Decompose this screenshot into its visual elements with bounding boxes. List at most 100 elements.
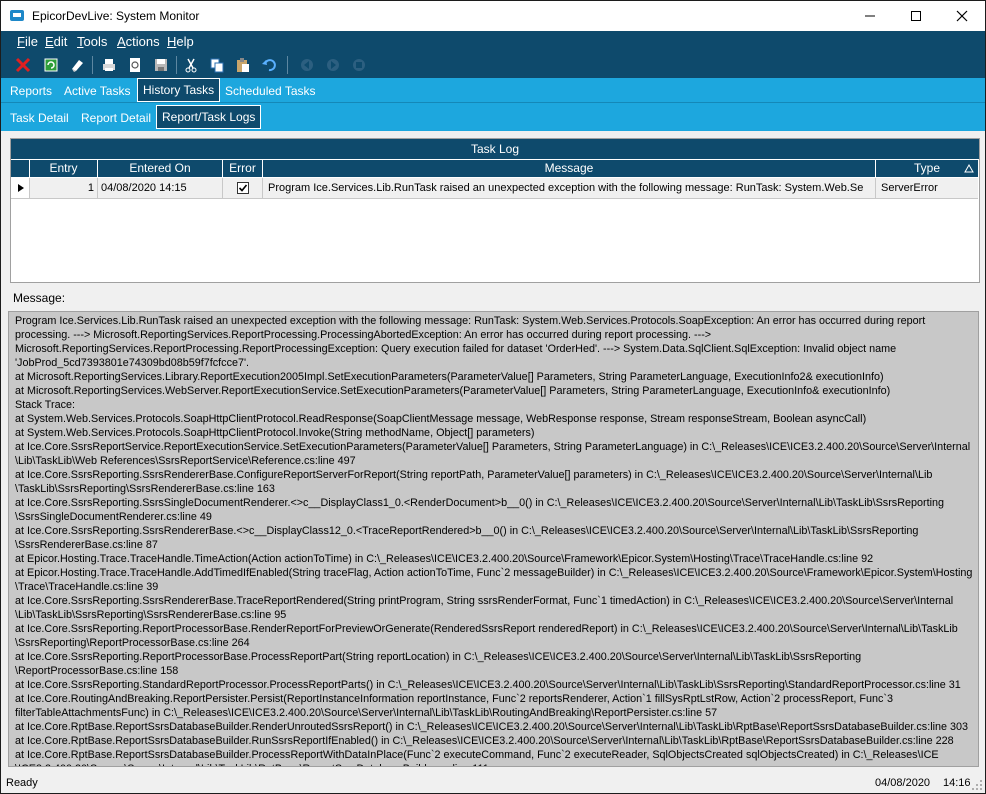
message-line: at Ice.Core.SsrsReporting.SsrsSingleDocu… [15,497,945,509]
copy-button[interactable] [207,55,227,75]
menu-file[interactable]: File [17,34,38,49]
message-line: processing. ---> Microsoft.ReportingServ… [15,329,712,341]
nav-forward-button[interactable] [323,55,343,75]
title-bar[interactable]: EpicorDevLive: System Monitor [1,1,985,31]
cell-entered-on[interactable]: 04/08/2020 14:15 [98,178,223,199]
message-line: Microsoft.ReportingServices.ReportProces… [15,343,897,355]
nav-stop-button[interactable] [349,55,369,75]
print-preview-icon [130,58,140,72]
cut-icon [185,58,197,73]
message-line: at Ice.Core.SsrsReporting.StandardReport… [15,679,961,691]
paste-icon [237,58,249,72]
message-line: at Ice.Core.RptBase.ReportSsrsDatabaseBu… [15,735,954,747]
undo-icon [262,59,276,72]
tab-active-tasks[interactable]: Active Tasks [64,84,130,98]
message-line: at Ice.Core.SsrsReporting.ReportProcesso… [15,623,958,635]
menu-help[interactable]: Help [167,34,194,49]
current-row-icon [18,184,24,192]
resize-grip-icon[interactable] [971,779,983,791]
clear-button[interactable] [67,55,87,75]
message-line: at Ice.Core.SsrsReporting.SsrsRendererBa… [15,469,933,481]
maximize-icon [911,11,921,21]
message-line: \TaskLib\SsrsReporting\SsrsRendererBase.… [15,483,275,495]
clear-icon [72,60,83,72]
refresh-icon [44,58,58,72]
copy-icon [210,58,224,73]
error-checkbox[interactable] [237,182,249,194]
menu-edit[interactable]: Edit [45,34,67,49]
message-textarea[interactable]: Program Ice.Services.Lib.RunTask raised … [8,311,979,767]
column-header-entered-on[interactable]: Entered On [98,160,223,177]
task-log-title: Task Log [11,139,979,159]
menu-tools[interactable]: Tools [77,34,107,49]
minimize-button[interactable] [847,1,893,31]
menu-actions[interactable]: Actions [117,34,160,49]
cell-message[interactable]: Program Ice.Services.Lib.RunTask raised … [263,178,876,199]
toolbar [1,51,985,78]
print-preview-button[interactable] [125,55,145,75]
tab-report-detail[interactable]: Report Detail [81,111,151,125]
nav-forward-icon [327,59,339,71]
cell-error[interactable] [223,178,263,199]
nav-stop-icon [353,59,365,71]
print-button[interactable] [99,55,119,75]
cell-type[interactable]: ServerError [876,178,978,199]
message-line: filterTableAttachmentsFunc) in C:\_Relea… [15,707,718,719]
nav-back-button[interactable] [297,55,317,75]
status-text: Ready [6,777,38,789]
message-line: \SsrsSingleDocumentRenderer.cs:line 49 [15,511,212,523]
maximize-button[interactable] [893,1,939,31]
message-line: Stack Trace: [15,399,76,411]
column-header-type[interactable]: Type [876,160,978,177]
save-icon [155,59,167,71]
message-line: at Ice.Core.RoutingAndBreaking.ReportPer… [15,693,893,705]
message-line: at Epicor.Hosting.Trace.TraceHandle.Time… [15,553,874,565]
message-line: \SsrsRendererBase.cs:line 87 [15,539,158,551]
message-line: at System.Web.Services.Protocols.SoapHtt… [15,427,535,439]
message-line: Program Ice.Services.Lib.RunTask raised … [15,315,926,327]
message-line: \Lib\TaskLib\SsrsReporting\SsrsRendererB… [15,609,287,621]
message-line: \Lib\TaskLib\Web References\SsrsReportSe… [15,455,356,467]
tab-task-detail[interactable]: Task Detail [10,111,69,125]
status-time: 14:16 [943,777,971,789]
column-header-message[interactable]: Message [263,160,876,177]
cut-button[interactable] [181,55,201,75]
cell-entry[interactable]: 1 [30,178,98,199]
row-selector[interactable] [11,178,30,199]
message-line: at Microsoft.ReportingServices.WebServer… [15,385,891,397]
app-window: EpicorDevLive: System Monitor File Edit … [0,0,986,794]
tab-report-task-logs[interactable]: Report/Task Logs [156,105,262,129]
message-line: at Epicor.Hosting.Trace.TraceHandle.AddT… [15,567,972,579]
nav-back-icon [301,59,313,71]
message-line: at Ice.Core.RptBase.ReportSsrsDatabaseBu… [15,749,939,761]
toolbar-separator [287,56,288,74]
message-line: at Ice.Core.SsrsReportService.ReportExec… [15,441,971,453]
undo-button[interactable] [259,55,279,75]
column-header-type-label: Type [913,161,940,175]
delete-button[interactable] [13,55,33,75]
paste-button[interactable] [233,55,253,75]
refresh-button[interactable] [41,55,61,75]
message-label: Message: [13,291,66,305]
column-header-error[interactable]: Error [223,160,263,177]
toolbar-separator [92,56,93,74]
save-button[interactable] [151,55,171,75]
message-line: at Ice.Core.RptBase.ReportSsrsDatabaseBu… [15,721,969,733]
delete-icon [15,57,31,73]
message-line: \Trace\TraceHandle.cs:line 39 [15,581,159,593]
column-header-entry[interactable]: Entry [30,160,98,177]
message-line: at System.Web.Services.Protocols.SoapHtt… [15,413,867,425]
tab-history-tasks[interactable]: History Tasks [137,78,221,102]
message-line: at Ice.Core.SsrsReporting.SsrsRendererBa… [15,595,954,607]
main-tab-strip: Reports Active Tasks History Tasks Sched… [1,78,985,102]
window-title: EpicorDevLive: System Monitor [32,9,200,23]
sub-tab-strip: Task Detail Report Detail Report/Task Lo… [1,102,985,131]
minimize-icon [865,15,875,17]
message-line: 'JobProd_5cd7393801e74309bd08b59f7fcfcce… [15,357,250,369]
close-button[interactable] [939,1,985,31]
status-date: 04/08/2020 [875,777,931,789]
message-line: at Microsoft.ReportingServices.Library.R… [15,371,884,383]
tab-reports[interactable]: Reports [10,84,52,98]
tab-scheduled-tasks[interactable]: Scheduled Tasks [225,84,316,98]
message-line: \SsrsReporting\ReportProcessorBase.cs:li… [15,637,250,649]
